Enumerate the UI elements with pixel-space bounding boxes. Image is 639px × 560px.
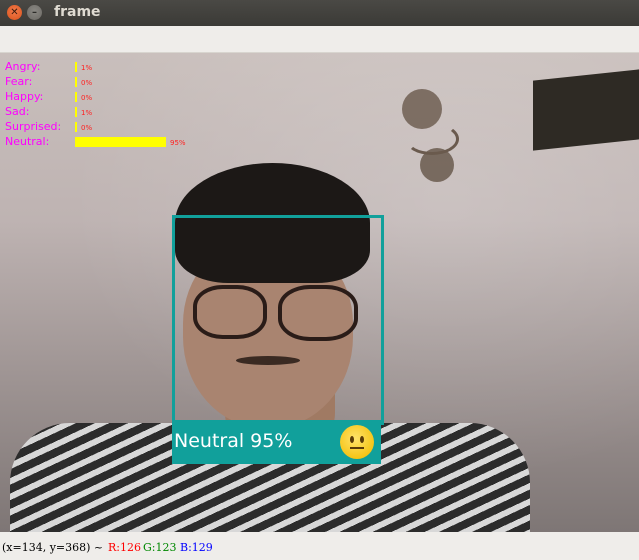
pixel-green-value: G:123 [143,541,177,554]
toolbar [0,26,639,53]
emotion-bar [75,62,77,72]
emotion-percent: 0% [81,124,93,132]
emotion-bar [75,137,166,147]
wall-picture [533,69,639,151]
wall-lamp-shade [420,148,454,182]
emotion-label: Neutral: [5,135,50,148]
window-title: frame [54,4,101,20]
face-label-text: Neutral 95% [174,430,293,452]
status-bar: (x=134, y=368) ~ R:126 G:123 B:129 [0,532,639,557]
pixel-red-value: R:126 [108,541,141,554]
emotion-bar [75,107,77,117]
minimize-icon[interactable]: – [27,5,42,20]
emotion-label: Fear: [5,75,33,88]
emotion-bar [75,77,77,87]
emoji-mouth [350,447,364,449]
emotion-percent: 0% [81,94,93,102]
face-detection-box [172,215,384,425]
emotion-percent: 95% [170,139,186,147]
face-label-banner: Neutral 95% [172,420,381,464]
emotion-bar [75,92,77,102]
emotion-percent: 1% [81,109,93,117]
pixel-blue-value: B:129 [180,541,213,554]
video-frame[interactable]: Angry: 1% Fear: 0% Happy: 0% Sad: 1% Surprised: 0… [0,53,639,532]
emoji-left-eye [350,436,354,443]
close-icon[interactable]: ✕ [7,5,22,20]
cursor-coordinates: (x=134, y=368) ~ [2,541,104,554]
emotion-label: Happy: [5,90,44,103]
emotion-label: Angry: [5,60,41,73]
emotion-percent: 1% [81,64,93,72]
emotion-percent: 0% [81,79,93,87]
neutral-face-emoji-icon [340,425,374,459]
emotion-label: Sad: [5,105,30,118]
emotion-label: Surprised: [5,120,62,133]
emoji-right-eye [360,436,364,443]
emotion-bar [75,122,77,132]
title-bar: ✕ – frame [0,0,639,26]
